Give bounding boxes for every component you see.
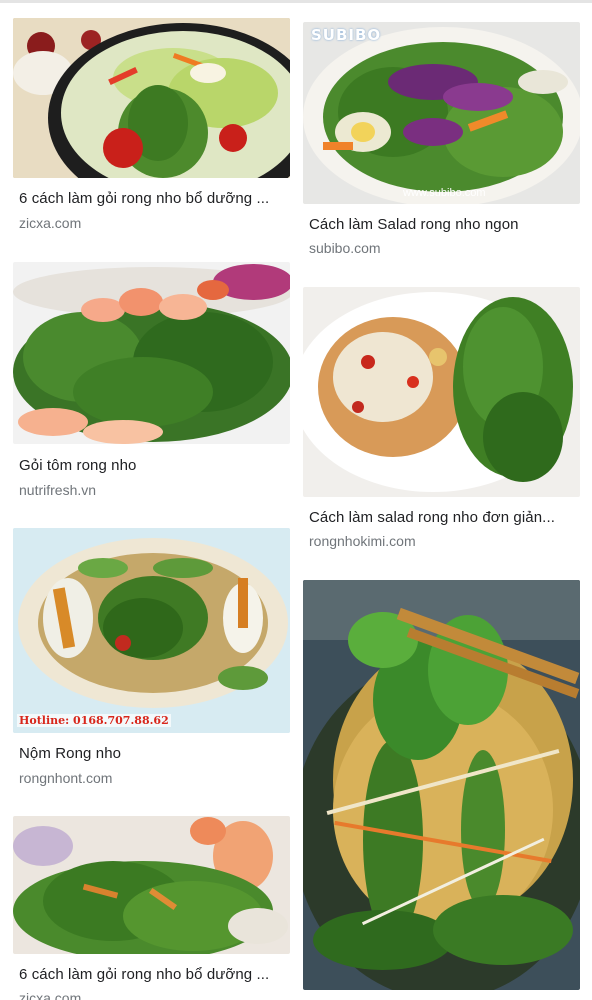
result-source[interactable]: zicxa.com: [19, 215, 81, 231]
result-thumbnail[interactable]: SUBIBO www.subibo.com: [303, 22, 580, 204]
subibo-url-watermark: www.subibo.com: [403, 187, 486, 199]
result-title[interactable]: 6 cách làm gỏi rong nho bổ dưỡng ...: [19, 190, 287, 207]
subibo-salad-image: [303, 22, 580, 204]
hotline-watermark: Hotline: 0168.707.88.62: [17, 714, 171, 727]
result-thumbnail[interactable]: [13, 816, 290, 954]
result-thumbnail[interactable]: [13, 262, 290, 444]
salad-bowl-image: [13, 18, 290, 178]
image-result-card[interactable]: Cách làm salad rong nho đơn giản... rong…: [303, 287, 580, 549]
top-divider: [0, 0, 592, 3]
result-title[interactable]: Nộm Rong nho: [19, 745, 287, 762]
result-source[interactable]: subibo.com: [309, 240, 381, 256]
result-title[interactable]: Gỏi tôm rong nho: [19, 457, 287, 474]
image-result-card[interactable]: SUBIBO www.subibo.com Cách làm Salad ron…: [303, 22, 580, 256]
result-source[interactable]: zicxa.com: [19, 990, 81, 1000]
chopsticks-seaweed-image: [303, 580, 580, 990]
result-title[interactable]: Cách làm salad rong nho đơn giản...: [309, 509, 577, 526]
result-source[interactable]: nutrifresh.vn: [19, 482, 96, 498]
seaweed-closeup-image: [13, 816, 290, 954]
result-thumbnail[interactable]: [303, 580, 580, 990]
result-title[interactable]: Cách làm Salad rong nho ngon: [309, 216, 577, 233]
shrimp-seaweed-image: [13, 262, 290, 444]
image-result-card[interactable]: 6 cách làm gỏi rong nho bổ dưỡng ... zic…: [13, 816, 290, 1000]
result-source[interactable]: rongnhokimi.com: [309, 533, 416, 549]
result-thumbnail[interactable]: [13, 18, 290, 178]
result-source[interactable]: rongnhont.com: [19, 770, 112, 786]
result-title[interactable]: 6 cách làm gỏi rong nho bổ dưỡng ...: [19, 966, 287, 983]
result-thumbnail[interactable]: [303, 287, 580, 497]
image-result-card[interactable]: 6 cách làm gỏi rong nho bổ dưỡng ... zic…: [13, 18, 290, 231]
image-result-card[interactable]: [303, 580, 580, 990]
subibo-logo: SUBIBO: [311, 26, 382, 44]
seaweed-salad-plate-image: [303, 287, 580, 497]
seaweed-salad-image: [13, 528, 290, 733]
result-thumbnail[interactable]: Hotline: 0168.707.88.62: [13, 528, 290, 733]
image-result-card[interactable]: Hotline: 0168.707.88.62 Nộm Rong nho ron…: [13, 528, 290, 786]
image-result-card[interactable]: Gỏi tôm rong nho nutrifresh.vn: [13, 262, 290, 498]
